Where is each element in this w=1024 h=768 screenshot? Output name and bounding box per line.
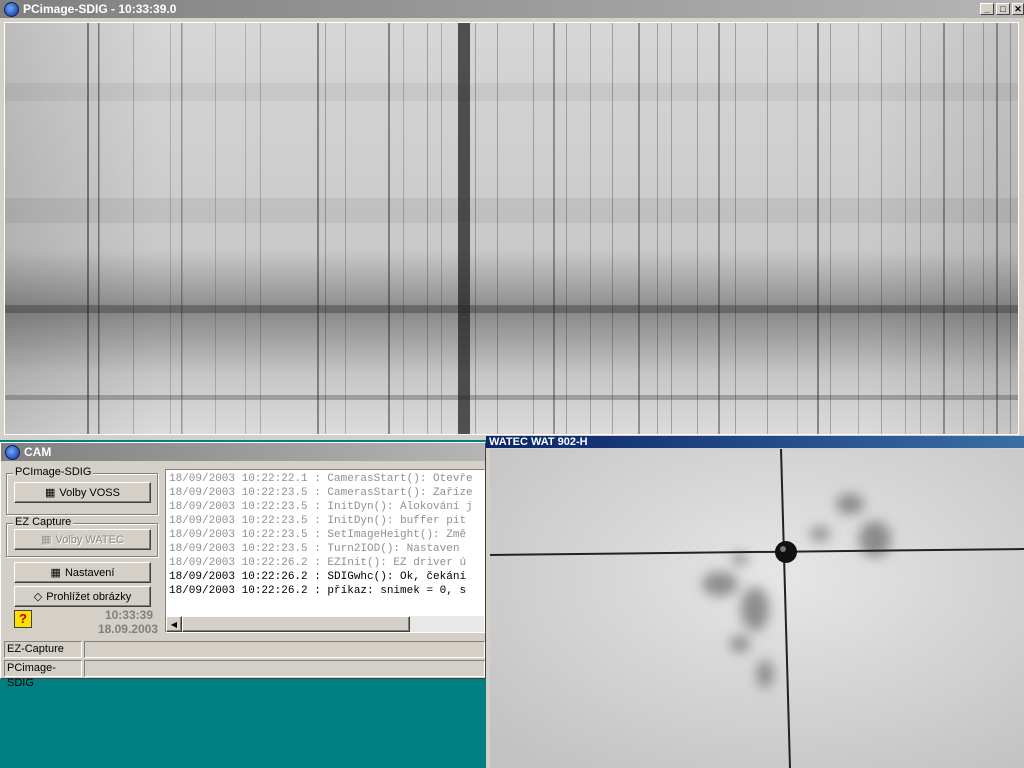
- spectral-line: [657, 23, 658, 434]
- spectral-line: [497, 23, 498, 434]
- spectral-line: [403, 23, 404, 434]
- spectral-line: [996, 23, 998, 434]
- folder-icon: ◇: [33, 591, 43, 603]
- settings-icon: ▦: [50, 567, 61, 579]
- log-line: 18/09/2003 10:22:22.1 : CamerasStart(): …: [169, 473, 473, 485]
- voss-options-label: Volby VOSS: [59, 486, 120, 499]
- spectral-line: [475, 23, 476, 434]
- watec-options-button[interactable]: ▦ Volby WATEC: [14, 529, 151, 550]
- spectral-line: [590, 23, 591, 434]
- watec-window: WATEC WAT 902-H: [486, 436, 1024, 768]
- clock-date: 18.09.2003: [97, 622, 158, 636]
- browse-images-button[interactable]: ◇ Prohlížet obrázky: [14, 586, 151, 607]
- status-value: [84, 660, 485, 677]
- spectral-line: [905, 23, 906, 434]
- spectral-line: [170, 23, 171, 434]
- cam-titlebar[interactable]: CAM: [1, 443, 485, 461]
- cam-app-icon: [5, 444, 20, 460]
- spectral-line: [427, 23, 428, 434]
- main-window-title: PCimage-SDIG - 10:33:39.0: [23, 2, 177, 16]
- status-label: EZ-Capture: [4, 641, 82, 658]
- settings-button[interactable]: ▦ Nastavení: [14, 562, 151, 583]
- watec-svg: [490, 449, 1024, 768]
- pcimage-group-legend: PCImage-SDIG: [13, 466, 94, 478]
- cam-window: CAM PCImage-SDIG ▦ Volby VOSS EZ Capture…: [0, 442, 486, 689]
- spectral-line: [638, 23, 640, 434]
- spectral-line: [245, 23, 246, 434]
- watec-window-title: WATEC WAT 902-H: [489, 436, 588, 448]
- clock-time: 10:33:39: [104, 608, 153, 622]
- watec-options-label: Volby WATEC: [55, 533, 124, 546]
- minimize-button[interactable]: _: [980, 3, 994, 15]
- spectral-line: [735, 23, 736, 434]
- spectral-line: [1010, 23, 1011, 434]
- spectral-line: [553, 23, 555, 434]
- spectral-line: [671, 23, 672, 434]
- spectral-line: [388, 23, 390, 434]
- spectral-line: [98, 23, 100, 434]
- ez-group-legend: EZ Capture: [13, 516, 74, 528]
- voss-options-button[interactable]: ▦ Volby VOSS: [14, 482, 151, 503]
- log-lines: 18/09/2003 10:22:22.1 : CamerasStart(): …: [166, 470, 484, 598]
- spectral-line: [943, 23, 945, 434]
- spectral-line: [697, 23, 698, 434]
- gear-grid-icon: ▦: [45, 487, 56, 499]
- cam-window-title: CAM: [24, 445, 52, 459]
- maximize-button[interactable]: □: [996, 3, 1010, 15]
- spectrum-svg: [5, 23, 1018, 434]
- log-line: 18/09/2003 10:22:26.2 : EZInit(): EZ dri…: [169, 557, 467, 569]
- spectral-line: [458, 23, 470, 434]
- spectral-line: [817, 23, 819, 434]
- spectral-line: [718, 23, 720, 434]
- spectral-line: [767, 23, 768, 434]
- spectral-line: [533, 23, 534, 434]
- spectral-line: [181, 23, 183, 434]
- log-line: 18/09/2003 10:22:23.5 : SetImageHeight()…: [169, 529, 467, 541]
- log-line: 18/09/2003 10:22:26.2 : SDIGwhc(): Ok, č…: [169, 571, 467, 583]
- close-button[interactable]: ✕: [1012, 3, 1024, 15]
- browse-images-label: Prohlížet obrázky: [46, 590, 132, 603]
- log-line: 18/09/2003 10:22:23.5 : InitDyn(): buffe…: [169, 515, 467, 527]
- log-listbox[interactable]: 18/09/2003 10:22:22.1 : CamerasStart(): …: [165, 469, 485, 633]
- watec-titlebar[interactable]: WATEC WAT 902-H: [486, 436, 1024, 448]
- gear-grid-icon: ▦: [41, 534, 52, 546]
- log-scrollbar[interactable]: ◀: [166, 616, 484, 632]
- spectral-line: [317, 23, 319, 434]
- spectral-line: [858, 23, 859, 434]
- help-icon[interactable]: ?: [14, 610, 32, 628]
- spectral-line: [345, 23, 346, 434]
- spectral-line: [983, 23, 984, 434]
- scroll-thumb[interactable]: [182, 616, 410, 632]
- spectral-line: [441, 23, 442, 434]
- status-row-ez: EZ-Capture: [4, 641, 485, 658]
- spectral-line: [566, 23, 567, 434]
- main-titlebar[interactable]: PCimage-SDIG - 10:33:39.0 _ □ ✕: [0, 0, 1024, 18]
- status-value: [84, 641, 485, 658]
- log-line: 18/09/2003 10:22:23.5 : Turn2IOD(): Nast…: [169, 543, 460, 555]
- spectral-line: [133, 23, 134, 434]
- main-window: PCimage-SDIG - 10:33:39.0 _ □ ✕: [0, 0, 1024, 440]
- log-line: 18/09/2003 10:22:26.2 : příkaz: snimek =…: [169, 585, 467, 597]
- spectrum-image: [4, 22, 1019, 435]
- spectral-line: [881, 23, 882, 434]
- log-line: 18/09/2003 10:22:23.5 : CamerasStart(): …: [169, 487, 473, 499]
- spectral-line: [963, 23, 964, 434]
- spectral-line: [920, 23, 921, 434]
- spectral-line: [215, 23, 216, 434]
- settings-label: Nastavení: [64, 566, 115, 579]
- log-line: 18/09/2003 10:22:23.5 : InitDyn(): Aloko…: [169, 501, 473, 513]
- status-row-pcimage: PCimage-SDIG: [4, 660, 485, 689]
- status-label: PCimage-SDIG: [4, 660, 82, 689]
- scroll-left-button[interactable]: ◀: [166, 616, 182, 632]
- spectral-line: [830, 23, 831, 434]
- app-icon: [4, 1, 19, 17]
- watec-camera-image: [490, 449, 1024, 768]
- spectral-line: [87, 23, 89, 434]
- spectral-line: [612, 23, 613, 434]
- spectral-line: [325, 23, 326, 434]
- spectral-line: [797, 23, 798, 434]
- spectral-line: [260, 23, 261, 434]
